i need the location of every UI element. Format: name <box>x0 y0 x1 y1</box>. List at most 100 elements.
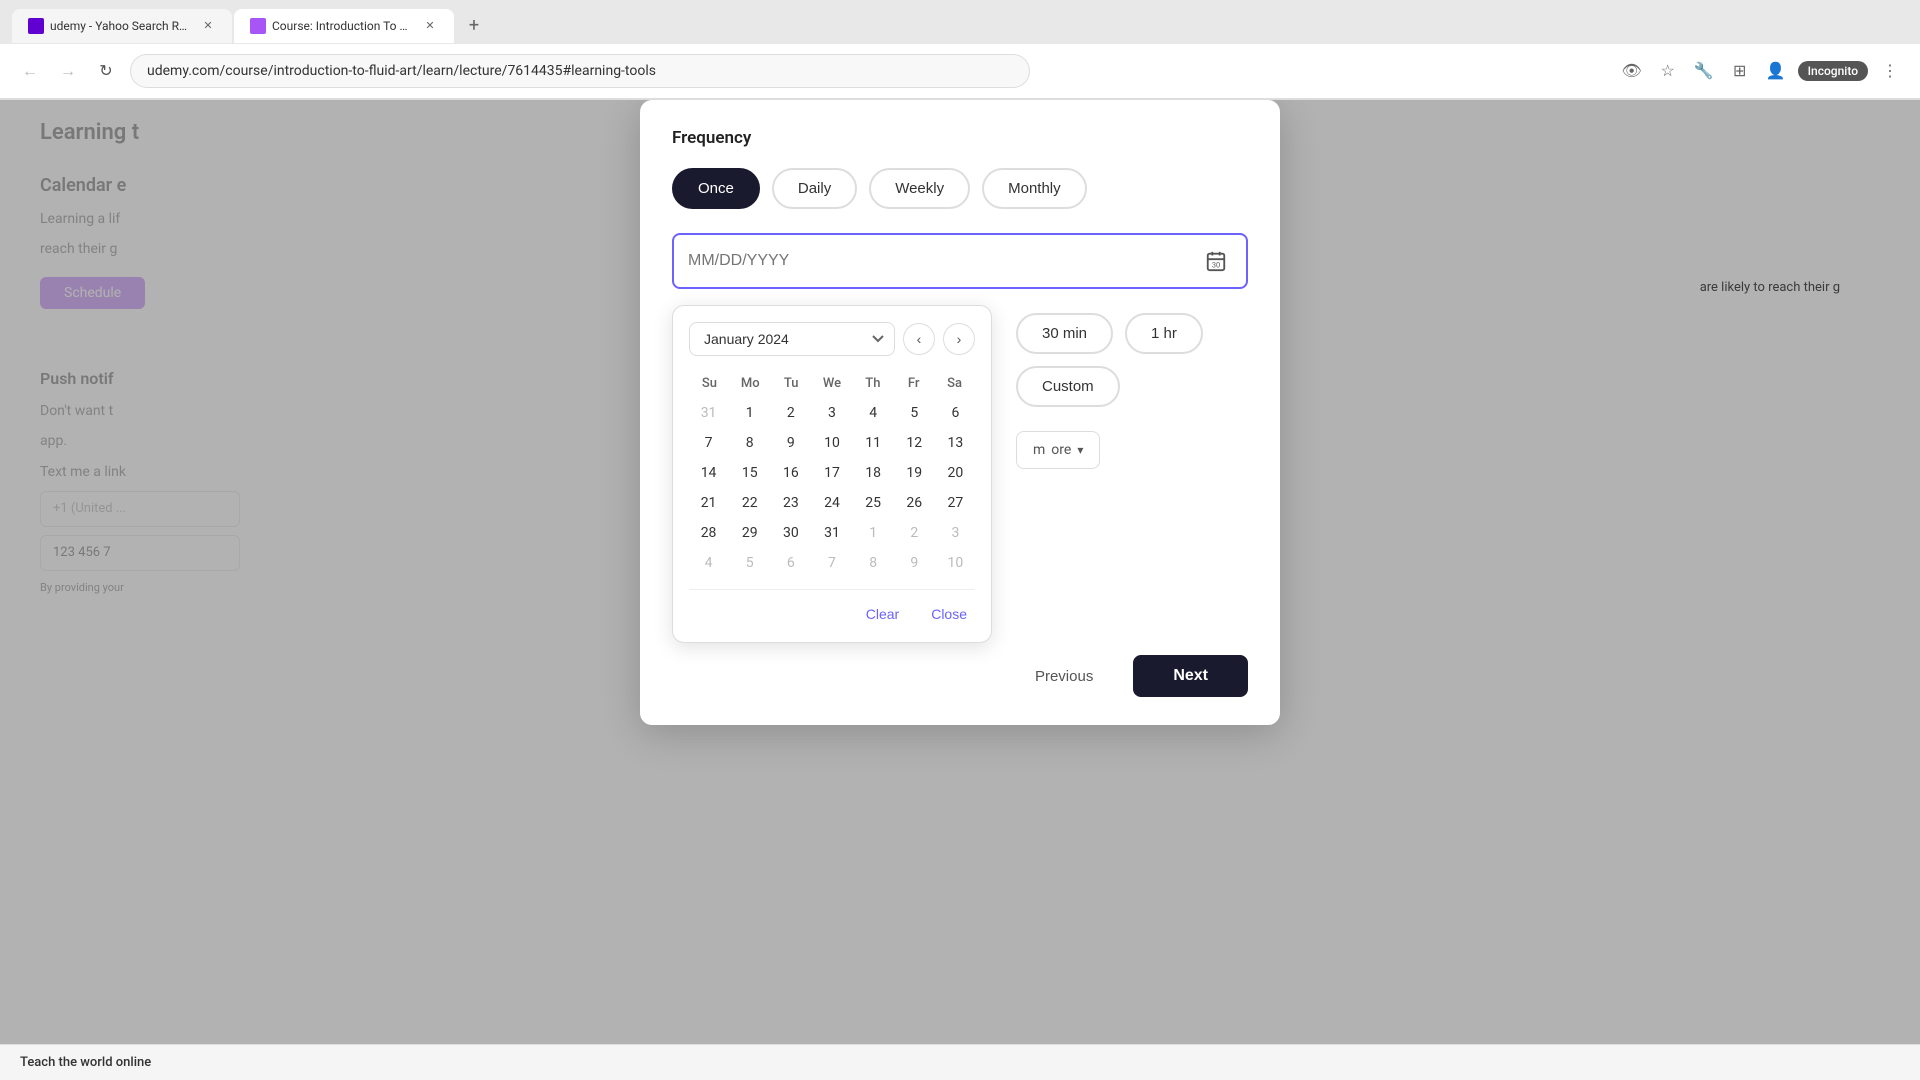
calendar-day[interactable]: 3 <box>812 399 851 427</box>
bookmark-icon[interactable]: ☆ <box>1654 57 1682 85</box>
calendar-day[interactable]: 31 <box>689 399 728 427</box>
calendar-day[interactable]: 29 <box>730 519 769 547</box>
reminder-30min[interactable]: 30 min <box>1016 313 1113 354</box>
calendar-day[interactable]: 13 <box>936 429 975 457</box>
previous-button[interactable]: Previous <box>1007 656 1121 697</box>
reminder-col: 30 min 1 hr Custom more ▾ <box>1016 305 1248 643</box>
tab-bar: udemy - Yahoo Search Results ✕ Course: I… <box>0 0 1920 44</box>
url-bar[interactable]: udemy.com/course/introduction-to-fluid-a… <box>130 54 1030 88</box>
tab-yahoo[interactable]: udemy - Yahoo Search Results ✕ <box>12 9 232 43</box>
calendar-day[interactable]: 8 <box>730 429 769 457</box>
calendar-day[interactable]: 28 <box>689 519 728 547</box>
calendar-day[interactable]: 19 <box>895 459 934 487</box>
forward-button[interactable]: → <box>54 57 82 85</box>
calendar-day[interactable]: 7 <box>812 549 851 577</box>
calendar-day[interactable]: 26 <box>895 489 934 517</box>
calendar-day[interactable]: 4 <box>854 399 893 427</box>
freq-weekly[interactable]: Weekly <box>869 168 970 209</box>
tab-udemy[interactable]: Course: Introduction To Fluid A... ✕ <box>234 9 454 43</box>
calendar-day[interactable]: 8 <box>854 549 893 577</box>
day-header-mo: Mo <box>730 372 771 395</box>
tab-udemy-label: Course: Introduction To Fluid A... <box>272 19 414 33</box>
calendar-day[interactable]: 2 <box>771 399 810 427</box>
calendar-popup: January 2024February 2024March 2024Decem… <box>672 305 992 643</box>
clear-button[interactable]: Clear <box>858 602 907 626</box>
day-header-we: We <box>812 372 853 395</box>
more-dropdown[interactable]: more ▾ <box>1016 431 1100 469</box>
prev-month-button[interactable]: ‹ <box>903 323 935 355</box>
split-view-icon[interactable]: ⊞ <box>1726 57 1754 85</box>
calendar-day[interactable]: 1 <box>854 519 893 547</box>
refresh-button[interactable]: ↻ <box>92 57 120 85</box>
next-button[interactable]: Next <box>1133 655 1248 697</box>
day-header-fr: Fr <box>893 372 934 395</box>
calendar-day[interactable]: 6 <box>936 399 975 427</box>
freq-monthly[interactable]: Monthly <box>982 168 1087 209</box>
eye-off-icon[interactable]: 👁 <box>1618 57 1646 85</box>
calendar-day[interactable]: 25 <box>854 489 893 517</box>
calendar-days: 3112345678910111213141516171819202122232… <box>689 399 975 577</box>
new-tab-button[interactable]: + <box>460 12 488 40</box>
more-options-row: more ▾ <box>1016 431 1248 469</box>
reminder-1hr[interactable]: 1 hr <box>1125 313 1203 354</box>
udemy-favicon <box>250 18 266 34</box>
tab-yahoo-close[interactable]: ✕ <box>200 18 216 34</box>
calendar-day[interactable]: 21 <box>689 489 728 517</box>
frequency-title: Frequency <box>672 128 1248 148</box>
calendar-day[interactable]: 6 <box>771 549 810 577</box>
calendar-day[interactable]: 2 <box>895 519 934 547</box>
month-select[interactable]: January 2024February 2024March 2024Decem… <box>689 322 895 356</box>
calendar-day[interactable]: 15 <box>730 459 769 487</box>
calendar-day[interactable]: 16 <box>771 459 810 487</box>
back-button[interactable]: ← <box>16 57 44 85</box>
incognito-badge: Incognito <box>1798 61 1868 81</box>
calendar-day[interactable]: 10 <box>936 549 975 577</box>
calendar-icon-button[interactable]: 30 <box>1200 245 1232 277</box>
calendar-day[interactable]: 24 <box>812 489 851 517</box>
calendar-day[interactable]: 4 <box>689 549 728 577</box>
dropdown-chevron-icon: ▾ <box>1077 443 1083 457</box>
calendar-day[interactable]: 9 <box>771 429 810 457</box>
calendar-day[interactable]: 20 <box>936 459 975 487</box>
day-header-tu: Tu <box>771 372 812 395</box>
frequency-row: Once Daily Weekly Monthly <box>672 168 1248 209</box>
calendar-day[interactable]: 1 <box>730 399 769 427</box>
calendar-day[interactable]: 17 <box>812 459 851 487</box>
more-label: m <box>1033 442 1045 458</box>
bottom-text: Teach the world online <box>20 1055 151 1070</box>
tab-yahoo-label: udemy - Yahoo Search Results <box>50 19 192 33</box>
freq-daily[interactable]: Daily <box>772 168 857 209</box>
freq-once[interactable]: Once <box>672 168 760 209</box>
extension-icon[interactable]: 🔧 <box>1690 57 1718 85</box>
calendar-header: January 2024February 2024March 2024Decem… <box>689 322 975 356</box>
menu-icon[interactable]: ⋮ <box>1876 57 1904 85</box>
calendar-day[interactable]: 5 <box>895 399 934 427</box>
bottom-bar: Teach the world online <box>0 1044 1920 1080</box>
calendar-day[interactable]: 10 <box>812 429 851 457</box>
calendar-day[interactable]: 9 <box>895 549 934 577</box>
page-background: Learning t Calendar e Learning a lif rea… <box>0 100 1920 1080</box>
dialog: Frequency Once Daily Weekly Monthly 30 <box>640 100 1280 725</box>
calendar-day[interactable]: 23 <box>771 489 810 517</box>
next-month-button[interactable]: › <box>943 323 975 355</box>
calendar-day[interactable]: 27 <box>936 489 975 517</box>
account-icon[interactable]: 👤 <box>1762 57 1790 85</box>
calendar-day[interactable]: 12 <box>895 429 934 457</box>
calendar-day[interactable]: 11 <box>854 429 893 457</box>
calendar-day[interactable]: 30 <box>771 519 810 547</box>
date-input[interactable] <box>688 252 1200 270</box>
calendar-day[interactable]: 18 <box>854 459 893 487</box>
calendar-day[interactable]: 7 <box>689 429 728 457</box>
calendar-day[interactable]: 5 <box>730 549 769 577</box>
svg-text:30: 30 <box>1212 260 1220 269</box>
close-button[interactable]: Close <box>923 602 975 626</box>
reminder-row: 30 min 1 hr Custom <box>1016 313 1248 407</box>
toolbar-icons: 👁 ☆ 🔧 ⊞ 👤 Incognito ⋮ <box>1618 57 1904 85</box>
browser-chrome: udemy - Yahoo Search Results ✕ Course: I… <box>0 0 1920 100</box>
calendar-day[interactable]: 14 <box>689 459 728 487</box>
tab-udemy-close[interactable]: ✕ <box>422 18 438 34</box>
calendar-day[interactable]: 31 <box>812 519 851 547</box>
reminder-custom[interactable]: Custom <box>1016 366 1120 407</box>
calendar-day[interactable]: 22 <box>730 489 769 517</box>
calendar-day[interactable]: 3 <box>936 519 975 547</box>
